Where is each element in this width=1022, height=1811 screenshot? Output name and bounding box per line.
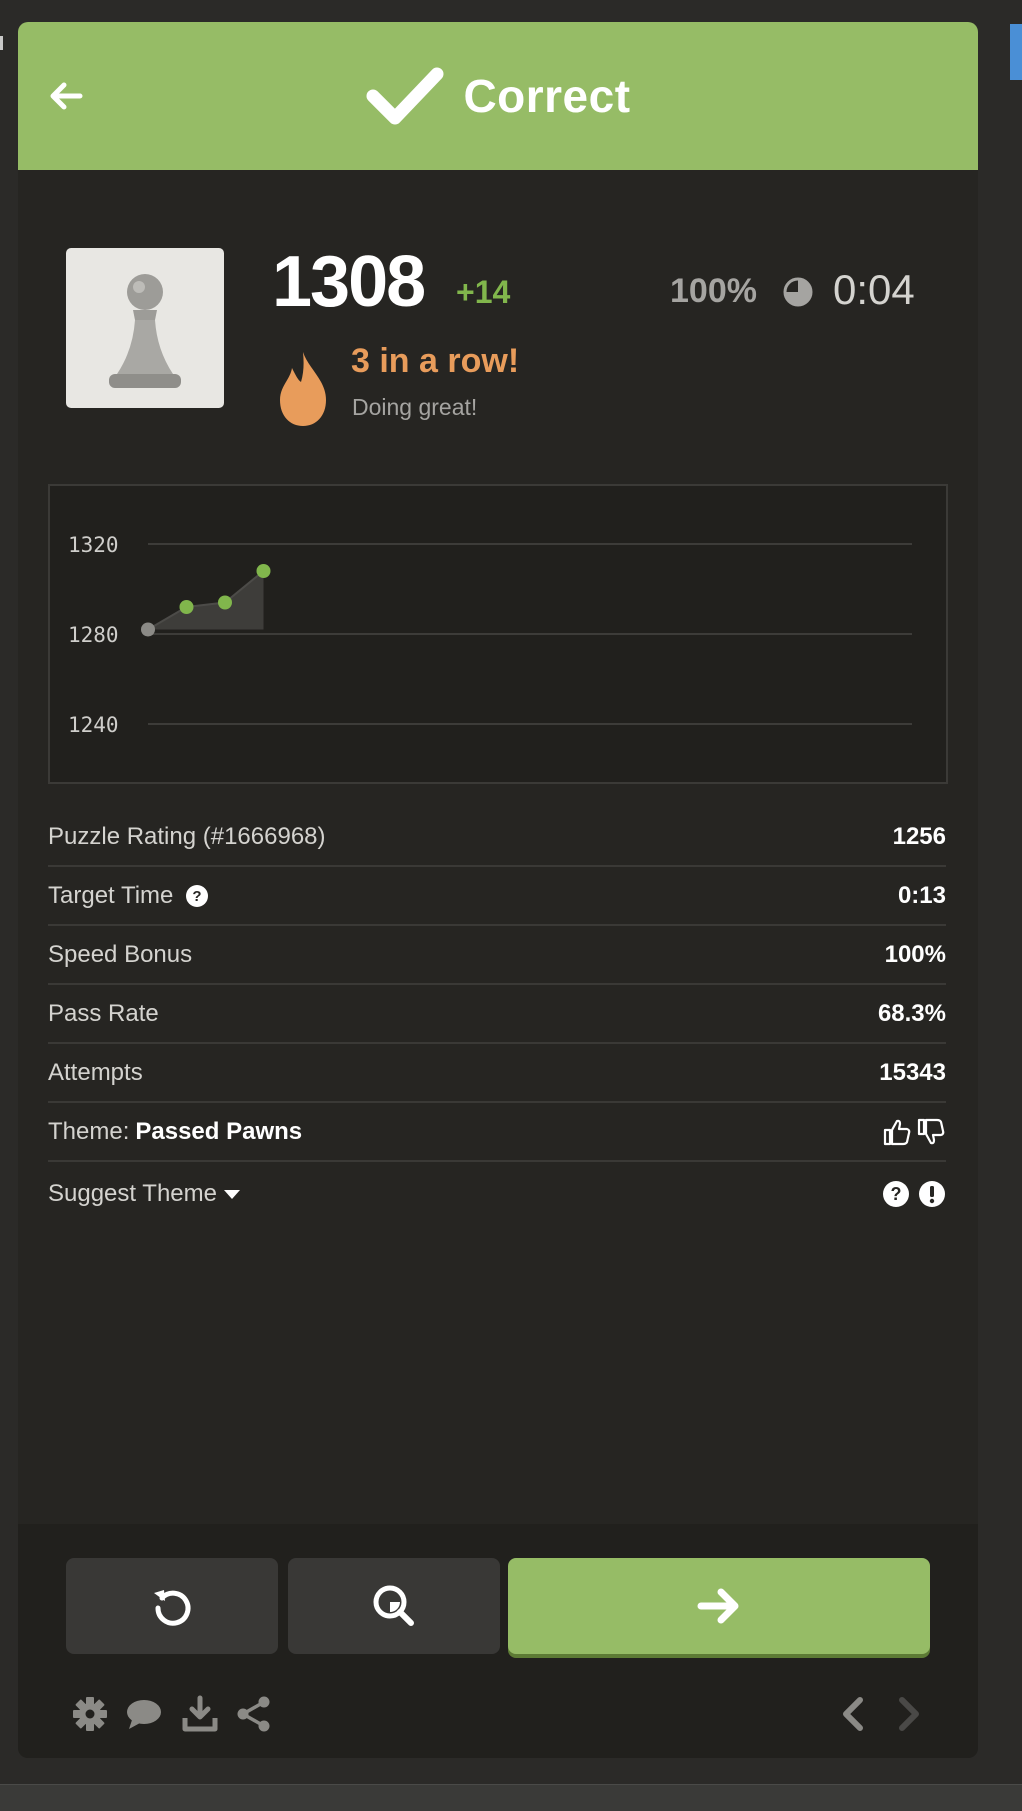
thumbs-down-icon[interactable] — [916, 1117, 946, 1147]
window-bottom-strip — [0, 1784, 1022, 1811]
stat-label: Attempts — [48, 1058, 143, 1086]
suggest-theme-dropdown[interactable]: Suggest Theme — [48, 1180, 241, 1208]
theme-vote-group — [882, 1117, 946, 1147]
pawn-icon — [109, 274, 181, 388]
stat-row-attempts: Attempts 15343 — [48, 1044, 946, 1103]
stat-label: Pass Rate — [48, 999, 159, 1027]
stat-value: 0:13 — [897, 881, 946, 909]
download-icon[interactable] — [180, 1694, 220, 1734]
adjacent-window-accent — [1010, 24, 1022, 80]
arrow-right-icon — [697, 1588, 739, 1624]
puzzle-result-panel: Correct 1308 +14 100% 0:04 3 in a row! D… — [18, 22, 978, 1758]
action-footer — [18, 1524, 978, 1758]
flame-icon — [280, 352, 326, 426]
streak-title: 3 in a row! — [351, 342, 520, 380]
stat-row-puzzle-rating: Puzzle Rating (#1666968) 1256 — [48, 808, 946, 867]
stat-label: Speed Bonus — [48, 940, 193, 968]
data-point — [218, 595, 232, 610]
result-title-group: Correct — [18, 60, 978, 132]
y-tick-label: 1320 — [68, 533, 119, 557]
stat-value: 68.3% — [877, 999, 946, 1027]
data-point — [256, 564, 271, 578]
window-edge-mark — [0, 36, 3, 50]
puzzle-stats: Puzzle Rating (#1666968) 1256 Target Tim… — [48, 808, 946, 1226]
theme-name: Passed Pawns — [135, 1117, 303, 1145]
help-circle-icon[interactable]: ? — [882, 1180, 910, 1208]
retry-icon — [154, 1590, 191, 1626]
stat-value: 100% — [884, 940, 946, 968]
stat-label: Puzzle Rating (#1666968) — [48, 822, 326, 850]
stat-row-pass-rate: Pass Rate 68.3% — [48, 985, 946, 1044]
stat-row-theme: Theme: Passed Pawns — [48, 1103, 946, 1162]
share-icon[interactable] — [234, 1694, 274, 1734]
data-point — [141, 622, 155, 637]
next-chevron-icon[interactable] — [888, 1694, 928, 1734]
suggest-theme-row: Suggest Theme ? — [48, 1162, 946, 1226]
data-point — [179, 600, 194, 614]
player-rating: 1308 — [272, 242, 426, 322]
accuracy-percent: 100% — [670, 272, 757, 310]
checkmark-icon — [366, 67, 444, 125]
y-tick-label: 1240 — [68, 713, 119, 737]
analysis-magnifier-icon — [373, 1585, 414, 1626]
stat-value: 1256 — [892, 822, 946, 850]
caret-down-icon — [224, 1190, 240, 1199]
avatar — [66, 248, 224, 408]
suggest-theme-label: Suggest Theme — [48, 1180, 217, 1207]
rating-chart: 1320 1280 1240 — [48, 484, 948, 784]
stat-row-target-time: Target Time ? 0:13 — [48, 867, 946, 926]
help-circle-icon[interactable]: ? — [185, 884, 209, 908]
svg-text:?: ? — [193, 888, 202, 905]
y-tick-label: 1280 — [68, 623, 119, 647]
streak-subtitle: Doing great! — [352, 394, 478, 420]
report-exclamation-icon[interactable] — [918, 1180, 946, 1208]
clock-pie-icon — [783, 277, 813, 307]
elapsed-time: 0:04 — [833, 266, 915, 313]
suggest-actions: ? — [882, 1180, 946, 1208]
result-header: Correct — [18, 22, 978, 170]
stat-label-group: Target Time ? — [48, 882, 209, 910]
stat-label: Target Time — [48, 881, 174, 909]
next-puzzle-button[interactable] — [508, 1558, 930, 1654]
stat-value: 15343 — [879, 1058, 946, 1086]
theme-label-group: Theme: Passed Pawns — [48, 1118, 302, 1146]
previous-chevron-icon[interactable] — [834, 1694, 874, 1734]
svg-text:?: ? — [891, 1184, 902, 1204]
result-title: Correct — [463, 70, 631, 122]
stat-row-speed-bonus: Speed Bonus 100% — [48, 926, 946, 985]
retry-button[interactable] — [66, 1558, 278, 1654]
analysis-button[interactable] — [288, 1558, 500, 1654]
rating-area-fill — [148, 571, 264, 630]
thumbs-up-icon[interactable] — [882, 1117, 912, 1147]
rating-delta: +14 — [456, 274, 511, 310]
rating-chart-svg: 1320 1280 1240 — [68, 533, 912, 737]
chat-bubble-icon[interactable] — [124, 1694, 164, 1734]
settings-gear-icon[interactable] — [70, 1694, 110, 1734]
theme-label: Theme: — [48, 1117, 130, 1145]
